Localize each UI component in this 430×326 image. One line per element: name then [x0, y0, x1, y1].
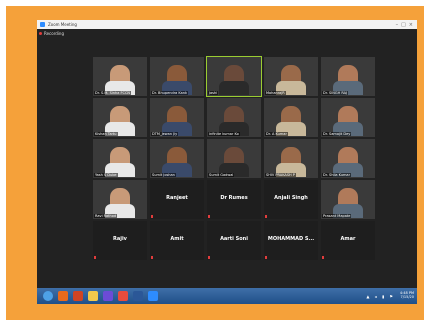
- participant-name: Sumit Gadwal: [208, 173, 235, 177]
- participant-tile[interactable]: Rajiv: [93, 221, 147, 260]
- participant-tile[interactable]: Kishan Tartu: [93, 98, 147, 137]
- participant-video: [219, 106, 249, 136]
- participant-video: [333, 65, 363, 95]
- zoom-app-icon: [40, 22, 45, 27]
- participant-name: Dr. SINGH RAJ: [322, 91, 349, 95]
- window-titlebar: Zoom Meeting – □ ×: [37, 20, 417, 29]
- participant-name: Dr Rumes: [220, 195, 248, 201]
- participant-video: [219, 65, 249, 95]
- taskbar-clock[interactable]: 4:48 PM 7/15/20: [400, 291, 414, 299]
- muted-mic-icon: [94, 256, 96, 259]
- participant-tile[interactable]: Yash S Dube: [93, 139, 147, 178]
- folder-icon[interactable]: [88, 291, 98, 301]
- participant-video: [162, 147, 192, 177]
- participant-video: [333, 188, 363, 218]
- participant-name: Dr. Shila Kumar: [322, 173, 352, 177]
- participant-tile[interactable]: Dr Rumes: [207, 180, 261, 219]
- clock-date: 7/15/20: [400, 295, 415, 299]
- participant-name: Amar: [340, 236, 356, 242]
- close-button[interactable]: ×: [409, 22, 413, 28]
- participant-name: infinite kumar Ko: [208, 132, 240, 136]
- participant-video: [333, 147, 363, 177]
- recording-label: Recording: [44, 31, 65, 36]
- chrome-icon[interactable]: [118, 291, 128, 301]
- word-icon[interactable]: [133, 291, 143, 301]
- participant-tile[interactable]: Ravi Rathod: [93, 180, 147, 219]
- participant-video: [105, 65, 135, 95]
- participant-name: SHIV PRAKASH P: [265, 173, 296, 177]
- record-dot-icon: [39, 32, 42, 35]
- maximize-button[interactable]: □: [401, 22, 406, 28]
- participant-tile[interactable]: Jashi: [206, 56, 262, 97]
- participant-tile[interactable]: Dr. Samojit Dey: [321, 98, 375, 137]
- participant-video: [105, 106, 135, 136]
- participant-video: [333, 106, 363, 136]
- participant-tile[interactable]: infinite kumar Ko: [207, 98, 261, 137]
- zoom-icon[interactable]: [148, 291, 158, 301]
- muted-mic-icon: [322, 256, 324, 259]
- participant-tile[interactable]: Dr. S.M. Sinha FCCN: [93, 57, 147, 96]
- participant-name: Dr. Bhupendra Kank: [151, 91, 189, 95]
- participant-name: Rajiv: [113, 236, 127, 242]
- participant-tile[interactable]: Sumit Gadwal: [207, 139, 261, 178]
- recording-indicator[interactable]: Recording: [39, 31, 64, 36]
- participant-name: Dr. A Kumar: [265, 132, 288, 136]
- participant-name: Anjali Singh: [274, 195, 308, 201]
- muted-mic-icon: [265, 256, 267, 259]
- powerpoint-icon[interactable]: [73, 291, 83, 301]
- participant-name: Yash S Dube: [94, 173, 118, 177]
- participant-name: Dr. Samojit Dey: [322, 132, 352, 136]
- start-orb-icon[interactable]: [43, 291, 53, 301]
- minimize-button[interactable]: –: [396, 22, 399, 28]
- participant-tile[interactable]: Amit: [150, 221, 204, 260]
- participant-tile[interactable]: Dr. A Kumar: [264, 98, 318, 137]
- firefox-icon[interactable]: [58, 291, 68, 301]
- muted-mic-icon: [208, 215, 210, 218]
- windows-taskbar: ▲ ◂ ▮ ⚑ 4:48 PM 7/15/20: [37, 288, 417, 304]
- media-icon[interactable]: [103, 291, 113, 301]
- participant-tile[interactable]: Ranjeet: [150, 180, 204, 219]
- participant-tile[interactable]: Sumit Joshan: [150, 139, 204, 178]
- participant-tile[interactable]: Prasant Mapate: [321, 180, 375, 219]
- participant-video: [162, 65, 192, 95]
- participant-tile[interactable]: MOHAMMAD S...: [264, 221, 318, 260]
- orange-frame: Zoom Meeting – □ × Recording Dr. S.M. Si…: [6, 6, 424, 320]
- participant-tile[interactable]: Dr. Shila Kumar: [321, 139, 375, 178]
- participant-tile[interactable]: Aarti Soni: [207, 221, 261, 260]
- participant-name: Prasant Mapate: [322, 214, 352, 218]
- participant-name: Amit: [170, 236, 184, 242]
- participant-name: Sumit Joshan: [151, 173, 176, 177]
- participant-name: Aarti Soni: [220, 236, 248, 242]
- participant-video: [276, 65, 306, 95]
- muted-mic-icon: [265, 215, 267, 218]
- participant-name: MohanrajR: [265, 91, 286, 95]
- participant-video: [162, 106, 192, 136]
- participant-tile[interactable]: DTM_Jewan Jiy: [150, 98, 204, 137]
- participant-video: [276, 106, 306, 136]
- participant-name: Ravi Rathod: [94, 214, 118, 218]
- muted-mic-icon: [208, 256, 210, 259]
- system-tray[interactable]: ▲ ◂ ▮ ⚑: [366, 294, 395, 299]
- participant-name: Ranjeet: [166, 195, 188, 201]
- participant-video: [105, 188, 135, 218]
- participant-name: MOHAMMAD S...: [267, 236, 315, 242]
- participant-name: Kishan Tartu: [94, 132, 118, 136]
- participant-video-body: [219, 81, 249, 95]
- participant-tile[interactable]: Dr. SINGH RAJ: [321, 57, 375, 96]
- participant-tile[interactable]: MohanrajR: [264, 57, 318, 96]
- muted-mic-icon: [151, 256, 153, 259]
- participant-video: [219, 147, 249, 177]
- participant-video: [105, 147, 135, 177]
- window-title: Zoom Meeting: [48, 22, 77, 27]
- participant-tile[interactable]: Amar: [321, 221, 375, 260]
- participant-name: DTM_Jewan Jiy: [151, 132, 179, 136]
- participant-name: Jashi: [208, 91, 219, 95]
- participant-video: [276, 147, 306, 177]
- muted-mic-icon: [151, 215, 153, 218]
- desktop-screen: Zoom Meeting – □ × Recording Dr. S.M. Si…: [37, 20, 417, 304]
- participant-tile[interactable]: SHIV PRAKASH P: [264, 139, 318, 178]
- participant-tile[interactable]: Dr. Bhupendra Kank: [150, 57, 204, 96]
- participant-tile[interactable]: Anjali Singh: [264, 180, 318, 219]
- participant-name: Dr. S.M. Sinha FCCN: [94, 91, 132, 95]
